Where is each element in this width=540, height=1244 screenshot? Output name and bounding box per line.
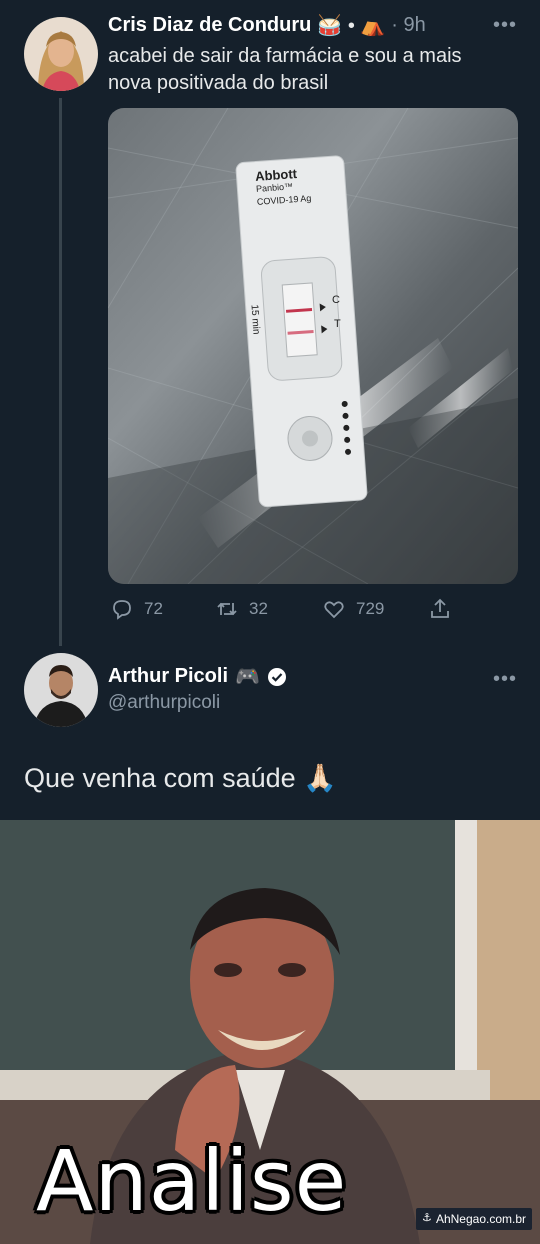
author-emoji: 🎮: [235, 666, 260, 688]
heart-icon: [324, 601, 344, 619]
retweet-button[interactable]: 32: [215, 597, 268, 621]
test-t-label: T: [334, 318, 341, 330]
test-label: Abbott Panbio™ COVID-19 Ag: [255, 166, 312, 209]
watermark: ⚓ AhNegao.com.br: [415, 1208, 532, 1230]
reply-icon: [113, 600, 131, 620]
verified-badge-icon: [267, 667, 286, 686]
avatar[interactable]: [24, 17, 98, 91]
tweet-text-line: acabei de sair da farmácia e sou a mais: [108, 45, 462, 67]
retweet-icon: [217, 602, 237, 616]
more-options-icon[interactable]: •••: [493, 668, 517, 691]
meme-image: Analise ⚓ AhNegao.com.br: [0, 820, 540, 1244]
more-options-icon[interactable]: •••: [493, 14, 517, 37]
author-name[interactable]: Arthur Picoli: [108, 665, 228, 688]
tweet-text: acabei de sair da farmácia e sou a mais …: [108, 43, 518, 97]
test-time-label: 15 min: [248, 304, 262, 335]
thread-line: [59, 98, 62, 646]
tweet-header: Cris Diaz de Conduru 🥁 • ⛺ · 9h: [108, 13, 426, 38]
watermark-text: AhNegao.com.br: [435, 1212, 526, 1226]
like-count: 729: [356, 599, 385, 618]
tweet-time[interactable]: · 9h: [391, 14, 425, 37]
retweet-count: 32: [249, 599, 268, 618]
tweet-text: Que venha com saúde 🙏🏻: [24, 763, 337, 793]
reply-count: 72: [144, 599, 163, 618]
reply-button[interactable]: 72: [110, 597, 163, 621]
author-emoji: 🥁 • ⛺: [317, 15, 386, 37]
avatar[interactable]: [24, 653, 98, 727]
like-button[interactable]: 729: [322, 597, 384, 621]
watermark-icon: ⚓: [421, 1212, 432, 1224]
tweet-header: Arthur Picoli 🎮: [108, 664, 287, 689]
author-name[interactable]: Cris Diaz de Conduru: [108, 14, 311, 37]
meme-caption: Analise: [36, 1132, 348, 1230]
share-button[interactable]: [428, 597, 452, 621]
share-icon: [431, 598, 449, 618]
author-handle[interactable]: @arthurpicoli: [108, 692, 220, 714]
tweet-media-photo[interactable]: Abbott Panbio™ COVID-19 Ag 15 min C T: [108, 108, 518, 584]
test-c-label: C: [332, 294, 340, 306]
tweet-text-line: nova positivada do brasil: [108, 72, 329, 94]
